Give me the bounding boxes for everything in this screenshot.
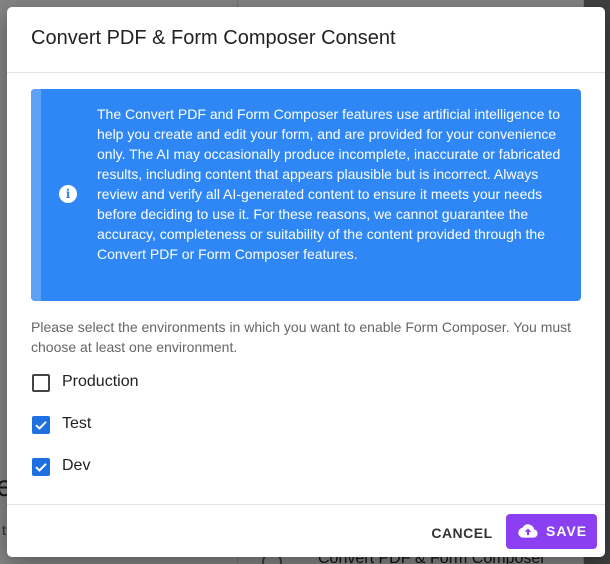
production-label: Production (62, 373, 139, 390)
production-checkbox[interactable] (32, 374, 50, 392)
environment-option-test[interactable]: Test (31, 413, 331, 437)
test-checkbox[interactable] (32, 416, 50, 434)
info-icon: i (59, 185, 77, 203)
test-label: Test (62, 415, 92, 432)
environment-prompt: Please select the environments in which … (31, 319, 572, 355)
alert-accent-stripe (31, 89, 41, 301)
environment-option-production[interactable]: Production (31, 371, 331, 395)
dialog-footer: CANCEL SAVE (7, 504, 605, 557)
save-button[interactable]: SAVE (506, 514, 597, 549)
consent-dialog: Convert PDF & Form Composer Consent i Th… (7, 7, 605, 557)
dialog-header: Convert PDF & Form Composer Consent (7, 7, 605, 73)
ai-disclaimer-text: The Convert PDF and Form Composer featur… (97, 106, 561, 262)
checkmark-icon (35, 463, 47, 472)
cloud-upload-icon (518, 524, 538, 538)
cancel-button[interactable]: CANCEL (425, 517, 499, 549)
dev-label: Dev (62, 457, 91, 474)
dialog-title: Convert PDF & Form Composer Consent (31, 27, 396, 49)
checkmark-icon (35, 421, 47, 430)
environment-option-dev[interactable]: Dev (31, 455, 331, 479)
save-label: SAVE (546, 523, 588, 539)
dev-checkbox[interactable] (32, 458, 50, 476)
ai-disclaimer-alert: i The Convert PDF and Form Composer feat… (31, 89, 581, 301)
